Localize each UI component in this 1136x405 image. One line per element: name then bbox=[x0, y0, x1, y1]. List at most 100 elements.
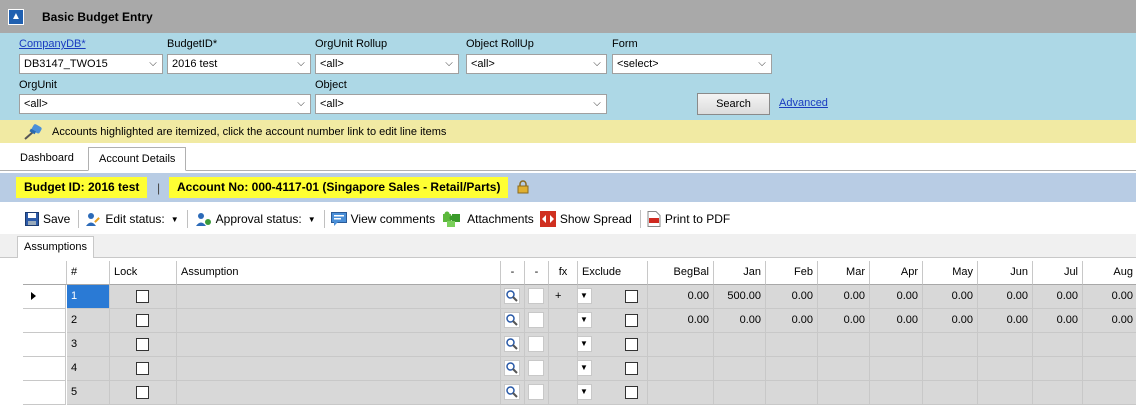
lock-icon[interactable] bbox=[516, 180, 530, 194]
row-selector[interactable] bbox=[23, 333, 66, 357]
value-cell[interactable] bbox=[870, 357, 923, 381]
fx-dropdown[interactable]: ▼ bbox=[578, 288, 592, 304]
orgunit-select[interactable]: <all> ⌵ bbox=[19, 94, 311, 114]
attachments-button[interactable]: Attachments bbox=[441, 208, 534, 230]
row-selector[interactable] bbox=[23, 309, 66, 333]
form-select[interactable]: <select> ⌵ bbox=[612, 54, 772, 74]
column-header[interactable]: Aug bbox=[1083, 261, 1136, 285]
lock-checkbox[interactable] bbox=[136, 362, 149, 375]
value-cell[interactable] bbox=[978, 333, 1033, 357]
company-db-select[interactable]: DB3147_TWO15 ⌵ bbox=[19, 54, 163, 74]
value-cell[interactable] bbox=[923, 381, 978, 405]
table-row[interactable]: 1 + ▼ 0.00 500.00 0.00 0.00 0.00 0.00 0.… bbox=[23, 285, 1136, 309]
column-header[interactable]: # bbox=[67, 261, 110, 285]
value-cell[interactable] bbox=[870, 333, 923, 357]
blank-box[interactable] bbox=[528, 288, 544, 304]
save-button[interactable]: Save bbox=[25, 208, 70, 230]
exclude-checkbox[interactable] bbox=[625, 290, 638, 303]
value-cell[interactable] bbox=[978, 357, 1033, 381]
column-header[interactable]: Jan bbox=[714, 261, 766, 285]
search-icon[interactable] bbox=[504, 312, 520, 328]
value-cell[interactable] bbox=[978, 381, 1033, 405]
budget-id-select[interactable]: 2016 test ⌵ bbox=[167, 54, 311, 74]
value-cell[interactable] bbox=[818, 381, 870, 405]
value-cell[interactable] bbox=[714, 333, 766, 357]
fx-dropdown[interactable]: ▼ bbox=[578, 312, 592, 328]
tab-assumptions[interactable]: Assumptions bbox=[17, 236, 94, 258]
collapse-icon[interactable]: ▲ bbox=[8, 8, 24, 25]
value-cell[interactable] bbox=[1083, 357, 1136, 381]
column-header[interactable]: Assumption bbox=[177, 261, 501, 285]
exclude-checkbox[interactable] bbox=[625, 338, 638, 351]
row-number[interactable]: 3 bbox=[67, 333, 110, 357]
search-icon[interactable] bbox=[504, 360, 520, 376]
value-cell[interactable] bbox=[923, 357, 978, 381]
column-header[interactable]: Lock bbox=[110, 261, 177, 285]
value-cell[interactable]: 0.00 bbox=[870, 309, 923, 333]
value-cell[interactable] bbox=[648, 357, 714, 381]
column-header[interactable]: Apr bbox=[870, 261, 923, 285]
value-cell[interactable]: 0.00 bbox=[978, 309, 1033, 333]
row-number[interactable]: 5 bbox=[67, 381, 110, 405]
column-header[interactable]: fx bbox=[549, 261, 578, 285]
column-header[interactable]: Jul bbox=[1033, 261, 1083, 285]
fx-dropdown[interactable]: ▼ bbox=[578, 360, 592, 376]
exclude-checkbox[interactable] bbox=[625, 314, 638, 327]
value-cell[interactable] bbox=[766, 333, 818, 357]
value-cell[interactable] bbox=[1083, 333, 1136, 357]
lock-checkbox[interactable] bbox=[136, 290, 149, 303]
value-cell[interactable] bbox=[1083, 381, 1136, 405]
row-selector[interactable] bbox=[23, 381, 66, 405]
assumption-cell[interactable] bbox=[177, 381, 501, 405]
column-header[interactable]: - bbox=[525, 261, 549, 285]
exclude-checkbox[interactable] bbox=[625, 362, 638, 375]
value-cell[interactable] bbox=[818, 333, 870, 357]
value-cell[interactable] bbox=[766, 357, 818, 381]
value-cell[interactable] bbox=[1033, 333, 1083, 357]
fx-dropdown[interactable]: ▼ bbox=[578, 336, 592, 352]
value-cell[interactable]: 0.00 bbox=[1033, 285, 1083, 309]
column-header[interactable]: Feb bbox=[766, 261, 818, 285]
advanced-link[interactable]: Advanced bbox=[779, 97, 828, 109]
lock-checkbox[interactable] bbox=[136, 386, 149, 399]
value-cell[interactable] bbox=[818, 357, 870, 381]
value-cell[interactable] bbox=[648, 381, 714, 405]
tab-account-details[interactable]: Account Details bbox=[88, 147, 187, 171]
table-row[interactable]: 4 ▼ bbox=[23, 357, 1136, 381]
lock-checkbox[interactable] bbox=[136, 338, 149, 351]
value-cell[interactable]: 0.00 bbox=[1083, 309, 1136, 333]
column-header[interactable]: BegBal bbox=[648, 261, 714, 285]
approval-status-button[interactable]: Approval status: ▼ bbox=[194, 208, 316, 230]
value-cell[interactable]: 0.00 bbox=[870, 285, 923, 309]
show-spread-button[interactable]: Show Spread bbox=[539, 208, 632, 230]
value-cell[interactable]: 0.00 bbox=[978, 285, 1033, 309]
value-cell[interactable]: 0.00 bbox=[818, 285, 870, 309]
value-cell[interactable] bbox=[714, 381, 766, 405]
orgunit-rollup-select[interactable]: <all> ⌵ bbox=[315, 54, 459, 74]
value-cell[interactable]: 0.00 bbox=[1033, 309, 1083, 333]
row-number[interactable]: 2 bbox=[67, 309, 110, 333]
fx-dropdown[interactable]: ▼ bbox=[578, 384, 592, 400]
column-header[interactable]: Mar bbox=[818, 261, 870, 285]
value-cell[interactable]: 0.00 bbox=[766, 285, 818, 309]
value-cell[interactable]: 0.00 bbox=[1083, 285, 1136, 309]
table-row[interactable]: 3 ▼ bbox=[23, 333, 1136, 357]
search-icon[interactable] bbox=[504, 336, 520, 352]
lock-checkbox[interactable] bbox=[136, 314, 149, 327]
view-comments-button[interactable]: View comments bbox=[330, 208, 435, 230]
column-header[interactable]: May bbox=[923, 261, 978, 285]
value-cell[interactable]: 500.00 bbox=[714, 285, 766, 309]
assumption-cell[interactable] bbox=[177, 357, 501, 381]
value-cell[interactable] bbox=[923, 333, 978, 357]
blank-box[interactable] bbox=[528, 312, 544, 328]
value-cell[interactable]: 0.00 bbox=[923, 309, 978, 333]
print-pdf-button[interactable]: Print to PDF bbox=[647, 208, 730, 230]
value-cell[interactable] bbox=[870, 381, 923, 405]
table-row[interactable]: 5 ▼ bbox=[23, 381, 1136, 405]
value-cell[interactable]: 0.00 bbox=[714, 309, 766, 333]
edit-status-button[interactable]: Edit status: ▼ bbox=[85, 208, 179, 230]
column-header[interactable]: Jun bbox=[978, 261, 1033, 285]
search-icon[interactable] bbox=[504, 288, 520, 304]
value-cell[interactable] bbox=[648, 333, 714, 357]
exclude-checkbox[interactable] bbox=[625, 386, 638, 399]
